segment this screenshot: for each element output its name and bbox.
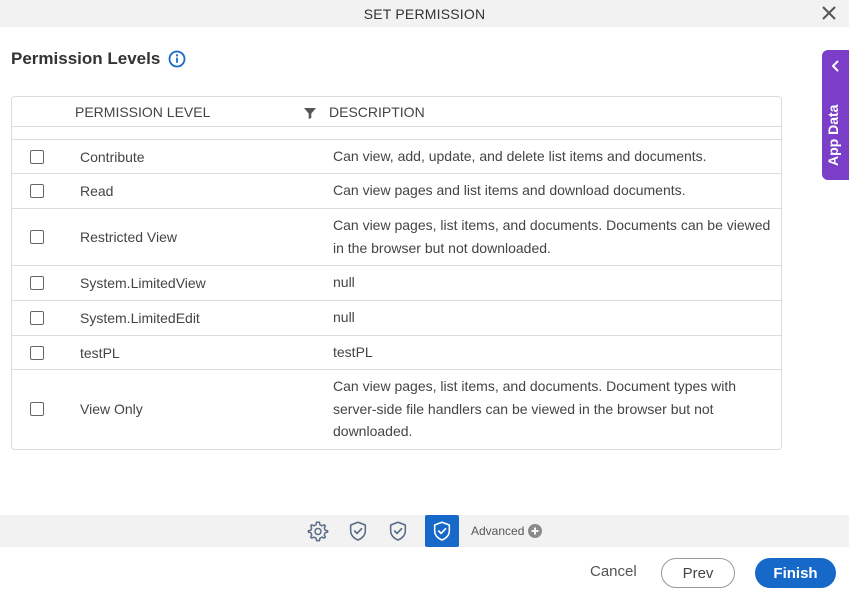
section-title: Permission Levels bbox=[11, 49, 161, 68]
shield-check-icon bbox=[349, 521, 367, 541]
dialog-titlebar: SET PERMISSION bbox=[0, 0, 849, 27]
permission-level-description: null bbox=[333, 309, 355, 325]
permission-levels-grid: PERMISSION LEVEL DESCRIPTION Contribute … bbox=[11, 96, 782, 450]
close-button[interactable] bbox=[820, 4, 838, 22]
row-checkbox[interactable] bbox=[30, 276, 44, 290]
table-row[interactable]: Restricted View Can view pages, list ite… bbox=[12, 209, 781, 266]
dialog-title: SET PERMISSION bbox=[363, 5, 486, 22]
table-row[interactable]: System.LimitedView null bbox=[12, 266, 781, 301]
chevron-left-icon bbox=[832, 60, 839, 72]
row-checkbox[interactable] bbox=[30, 346, 44, 360]
wizard-step-settings[interactable] bbox=[305, 518, 331, 544]
row-checkbox[interactable] bbox=[30, 311, 44, 325]
shield-check-icon bbox=[433, 521, 451, 541]
table-row[interactable]: System.LimitedEdit null bbox=[12, 301, 781, 336]
advanced-toggle[interactable]: Advanced bbox=[471, 524, 543, 538]
table-row[interactable]: View Only Can view pages, list items, an… bbox=[12, 370, 781, 449]
cancel-button[interactable]: Cancel bbox=[590, 563, 637, 580]
app-data-label: App Data bbox=[825, 104, 841, 166]
permission-level-name: Read bbox=[80, 183, 114, 199]
gear-icon bbox=[307, 521, 329, 542]
permission-level-description: testPL bbox=[333, 344, 373, 360]
advanced-label: Advanced bbox=[471, 524, 525, 538]
permission-level-name: testPL bbox=[80, 345, 120, 361]
wizard-step-permission-1[interactable] bbox=[345, 518, 371, 544]
info-icon[interactable] bbox=[168, 50, 186, 68]
row-checkbox[interactable] bbox=[30, 150, 44, 164]
wizard-step-permission-2[interactable] bbox=[385, 518, 411, 544]
close-icon bbox=[822, 6, 836, 20]
column-header-description[interactable]: DESCRIPTION bbox=[329, 104, 425, 120]
table-row[interactable]: Contribute Can view, add, update, and de… bbox=[12, 140, 781, 174]
finish-button[interactable]: Finish bbox=[755, 558, 836, 588]
wizard-step-set-permission[interactable] bbox=[425, 515, 459, 547]
permission-level-name: View Only bbox=[80, 401, 143, 417]
permission-level-name: System.LimitedView bbox=[80, 275, 206, 291]
permission-level-name: System.LimitedEdit bbox=[80, 310, 200, 326]
permission-level-name: Contribute bbox=[80, 149, 145, 165]
row-checkbox[interactable] bbox=[30, 402, 44, 416]
filter-icon[interactable] bbox=[304, 107, 316, 119]
app-data-tab[interactable]: App Data bbox=[822, 50, 849, 180]
table-row[interactable]: Read Can view pages and list items and d… bbox=[12, 174, 781, 209]
plus-circle-icon bbox=[528, 524, 543, 538]
section-header: Permission Levels bbox=[11, 49, 186, 69]
row-checkbox[interactable] bbox=[30, 230, 44, 244]
permission-level-description: Can view, add, update, and delete list i… bbox=[333, 148, 707, 164]
permission-level-name: Restricted View bbox=[80, 229, 178, 245]
shield-check-icon bbox=[389, 521, 407, 541]
permission-level-description: Can view pages and list items and downlo… bbox=[333, 182, 686, 198]
column-header-permission-level[interactable]: PERMISSION LEVEL bbox=[75, 104, 210, 120]
table-row[interactable]: testPL testPL bbox=[12, 336, 781, 370]
grid-header: PERMISSION LEVEL DESCRIPTION bbox=[12, 97, 781, 127]
permission-level-description: null bbox=[333, 274, 355, 290]
wizard-steps: Advanced bbox=[305, 515, 543, 547]
prev-button[interactable]: Prev bbox=[661, 558, 735, 588]
permission-level-description: Can view pages, list items, and document… bbox=[333, 217, 771, 256]
row-checkbox[interactable] bbox=[30, 184, 44, 198]
permission-level-description: Can view pages, list items, and document… bbox=[333, 378, 737, 439]
